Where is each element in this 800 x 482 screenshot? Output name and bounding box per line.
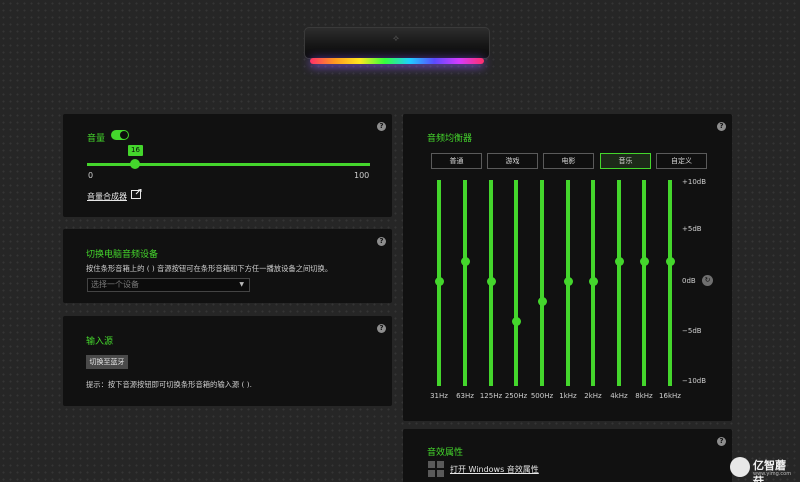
eq-band-frequency-label: 16kHz — [659, 392, 681, 400]
volume-slider-handle[interactable] — [130, 159, 140, 169]
eq-band-handle[interactable] — [460, 256, 470, 266]
eq-preset-tab[interactable]: 自定义 — [656, 153, 707, 169]
device-dropdown[interactable]: 选择一个设备 ▼ — [87, 278, 250, 292]
soundbar-body: ⟡ — [304, 27, 490, 59]
audio-switch-title: 切换电脑音频设备 — [86, 250, 159, 260]
watermark-text: 亿智蘑菇 — [753, 459, 786, 482]
eq-band-handle[interactable] — [665, 256, 675, 266]
eq-preset-tab[interactable]: 普通 — [431, 153, 482, 169]
eq-band-handle[interactable] — [537, 297, 547, 307]
eq-band-track[interactable] — [668, 180, 672, 386]
eq-band-track[interactable] — [514, 180, 518, 386]
eq-db-label: −5dB — [682, 327, 702, 335]
eq-band-track[interactable] — [617, 180, 621, 386]
volume-mixer-link[interactable]: 音量合成器 — [87, 191, 127, 202]
windows-icon — [428, 461, 444, 477]
volume-min-label: 0 — [88, 171, 94, 180]
volume-toggle[interactable] — [111, 130, 129, 140]
volume-title: 音量 — [87, 134, 106, 144]
help-icon[interactable]: ? — [377, 324, 386, 333]
help-icon[interactable]: ? — [377, 237, 386, 246]
input-source-title: 输入源 — [86, 337, 114, 347]
input-source-hint: 提示：按下音源按钮即可切换条形音箱的输入源 ( ). — [86, 380, 252, 389]
watermark-logo: 亿智蘑菇 www.yimg.com — [730, 455, 796, 482]
watermark-url: www.yimg.com — [753, 471, 792, 477]
help-icon[interactable]: ? — [377, 122, 386, 131]
eq-band-handle[interactable] — [434, 277, 444, 286]
eq-band-track[interactable] — [463, 180, 467, 386]
eq-band-track[interactable] — [642, 180, 646, 386]
mushroom-logo-icon — [730, 457, 750, 477]
caret-down-icon: ▼ — [239, 281, 244, 288]
eq-band-handle[interactable] — [486, 277, 496, 286]
volume-value-badge: 16 — [128, 145, 143, 156]
soundbar-preview: ⟡ — [304, 27, 490, 69]
sound-properties-title: 音效属性 — [427, 448, 464, 458]
equalizer-title: 音频均衡器 — [427, 134, 473, 144]
eq-band-handle[interactable] — [588, 277, 598, 286]
eq-preset-tab[interactable]: 音乐 — [600, 153, 651, 169]
reset-icon[interactable]: ↻ — [702, 275, 713, 286]
eq-band-handle[interactable] — [563, 277, 573, 286]
eq-db-label: 0dB — [682, 277, 696, 285]
razer-logo-icon: ⟡ — [393, 34, 399, 44]
eq-db-label: −10dB — [682, 377, 707, 385]
eq-preset-tab[interactable]: 电影 — [543, 153, 594, 169]
external-link-icon[interactable] — [131, 189, 142, 199]
eq-preset-tab[interactable]: 游戏 — [487, 153, 538, 169]
eq-db-label: +5dB — [682, 225, 702, 233]
eq-db-label: +10dB — [682, 178, 707, 186]
switch-to-bluetooth-button[interactable]: 切换至蓝牙 — [86, 355, 128, 369]
help-icon[interactable]: ? — [717, 122, 726, 131]
open-windows-sound-properties-link[interactable]: 打开 Windows 音效属性 — [450, 464, 539, 475]
device-dropdown-value: 选择一个设备 — [91, 280, 139, 289]
help-icon[interactable]: ? — [717, 437, 726, 446]
audio-switch-description: 按住条形音箱上的 ( ) 音源按钮可在条形音箱和下方任一播放设备之间切换。 — [86, 264, 333, 273]
eq-band-handle[interactable] — [511, 317, 521, 327]
chroma-lightstrip — [310, 58, 484, 64]
volume-max-label: 100 — [354, 171, 370, 180]
eq-band-track[interactable] — [540, 180, 544, 386]
eq-band-handle[interactable] — [614, 256, 624, 266]
eq-band-handle[interactable] — [639, 256, 649, 266]
